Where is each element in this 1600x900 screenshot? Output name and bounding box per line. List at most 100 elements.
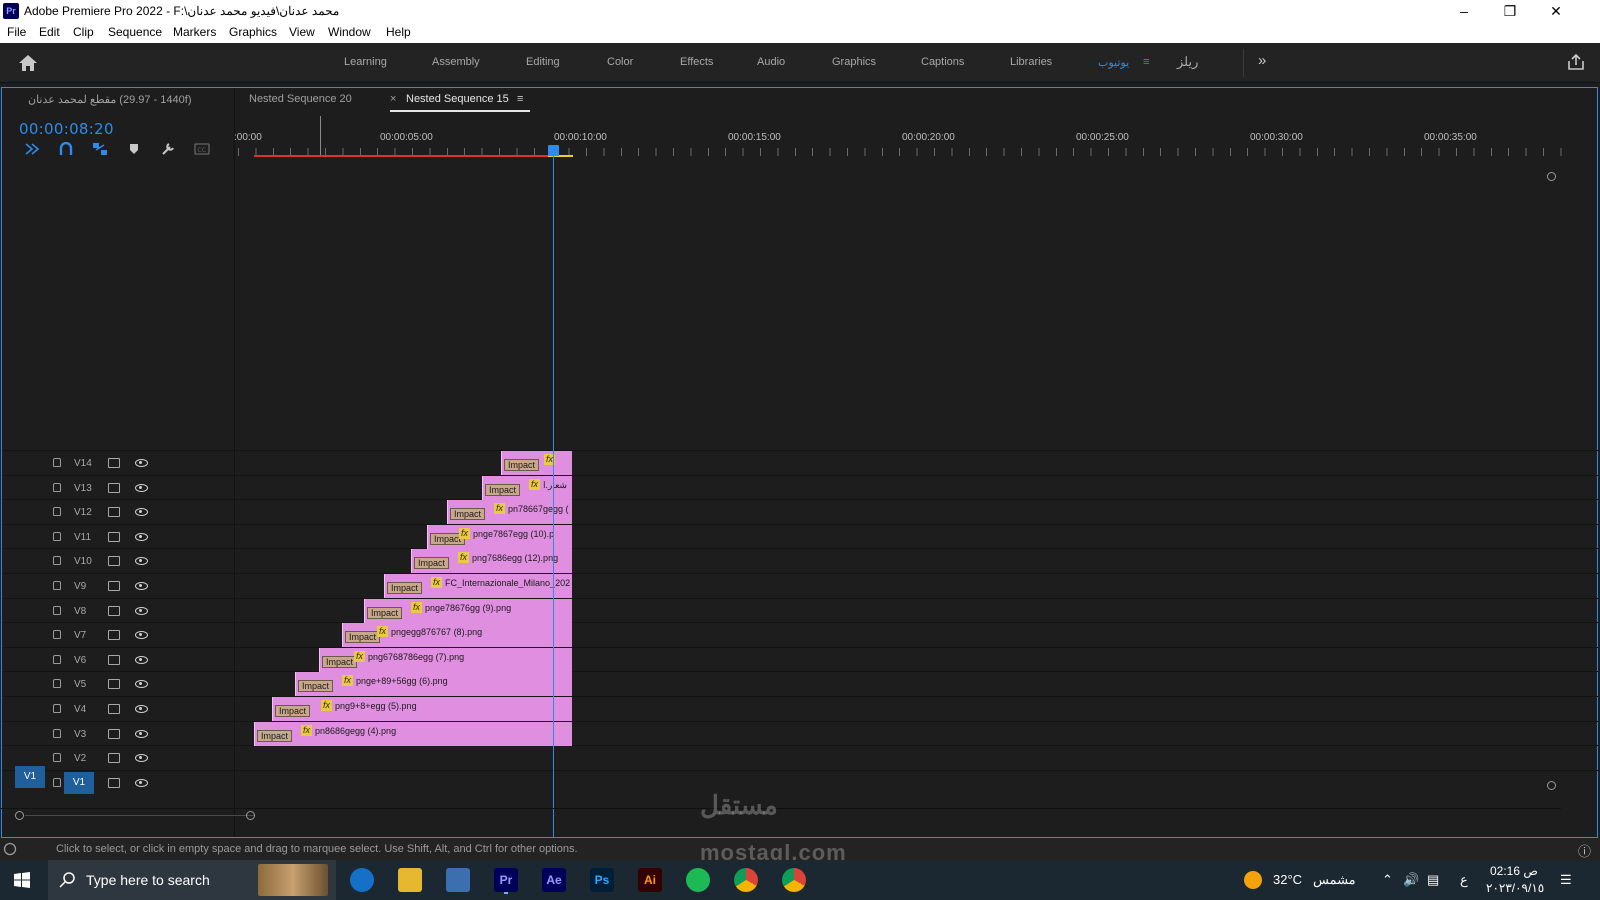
spotify-icon[interactable] [686, 868, 710, 892]
track-lock-icon[interactable] [53, 704, 61, 713]
track-sync-icon[interactable] [108, 753, 120, 764]
windows-start-icon[interactable] [14, 872, 30, 888]
menu-edit[interactable]: Edit [39, 25, 60, 39]
close-button[interactable]: ✕ [1533, 0, 1579, 23]
track-name[interactable]: V1 [64, 771, 94, 794]
track-sync-icon[interactable] [108, 482, 120, 493]
track-visibility-icon[interactable] [135, 557, 148, 566]
horizontal-scrollbar[interactable] [1, 808, 1561, 820]
track-visibility-icon[interactable] [135, 655, 148, 664]
photoshop-icon[interactable]: Ps [590, 868, 614, 892]
track-name[interactable]: V12 [74, 507, 92, 518]
fx-badge-icon[interactable]: fx [411, 601, 423, 613]
track-row-v4[interactable]: V4 [2, 696, 1599, 721]
fx-badge-icon[interactable]: fx [354, 650, 366, 662]
fx-badge-icon[interactable]: fx [321, 700, 333, 711]
track-visibility-icon[interactable] [135, 631, 148, 640]
zoom-handle-right[interactable] [246, 811, 255, 820]
track-sync-icon[interactable] [108, 458, 120, 468]
track-sync-icon[interactable] [108, 777, 120, 788]
track-visibility-icon[interactable] [135, 459, 148, 467]
minimize-button[interactable]: – [1441, 0, 1487, 23]
fx-badge-icon[interactable]: fx [458, 552, 470, 564]
track-row-v3[interactable]: V3 [2, 720, 1599, 746]
workspace-menu-icon[interactable]: ≡ [1143, 56, 1149, 68]
track-name[interactable]: V6 [74, 655, 86, 666]
file-explorer-icon[interactable] [398, 868, 422, 892]
add-marker-icon[interactable] [126, 142, 142, 156]
menu-clip[interactable]: Clip [73, 25, 94, 39]
track-row-v10[interactable]: V10 [2, 548, 1599, 573]
video-clip[interactable]: Impact fx pnge78676gg (9).png [364, 598, 572, 623]
workspace-assembly[interactable]: Assembly [432, 56, 480, 68]
workspace-graphics[interactable]: Graphics [832, 56, 876, 68]
video-clip[interactable]: Impact fx FC_Internazionale_Milano_202 [384, 574, 572, 598]
track-lock-icon[interactable] [53, 531, 61, 541]
fx-badge-icon[interactable]: fx [431, 577, 443, 588]
track-lock-icon[interactable] [53, 654, 61, 664]
fx-badge-icon[interactable]: fx [377, 626, 389, 638]
track-visibility-icon[interactable] [135, 754, 148, 763]
track-lock-icon[interactable] [53, 507, 61, 517]
track-sync-icon[interactable] [108, 531, 120, 542]
wrench-icon[interactable] [160, 142, 176, 156]
fx-badge-icon[interactable]: fx [342, 675, 354, 687]
after-effects-icon[interactable]: Ae [542, 868, 566, 892]
workspace-effects[interactable]: Effects [680, 56, 713, 68]
captions-icon[interactable]: CC [194, 142, 210, 156]
track-visibility-icon[interactable] [135, 508, 148, 517]
track-sync-icon[interactable] [108, 728, 120, 739]
tray-overflow-icon[interactable]: ⌃ [1382, 872, 1393, 888]
video-clip[interactable]: Impact fx png7686egg (12).png [411, 549, 572, 574]
store-icon[interactable] [446, 868, 470, 892]
input-language[interactable]: ع [1460, 872, 1468, 888]
track-sync-icon[interactable] [108, 507, 120, 518]
clock-time[interactable]: 02:16 ص [1490, 864, 1538, 878]
video-clip[interactable]: Impact fx pn8686gegg (4).png [254, 721, 572, 746]
track-visibility-icon[interactable] [135, 705, 148, 713]
track-lock-icon[interactable] [53, 728, 61, 738]
track-name[interactable]: V4 [74, 704, 86, 715]
video-clip[interactable]: Impact fx شعار.ا [482, 475, 572, 500]
track-name[interactable]: V13 [74, 483, 92, 494]
track-lock-icon[interactable] [53, 753, 61, 763]
track-name[interactable]: V8 [74, 606, 86, 617]
track-lock-icon[interactable] [53, 458, 61, 467]
track-sync-icon[interactable] [108, 630, 120, 641]
track-lock-icon[interactable] [53, 556, 61, 566]
track-row-v14[interactable]: V14 [2, 450, 1599, 475]
menu-graphics[interactable]: Graphics [229, 25, 277, 39]
track-row-v1[interactable]: V1 [2, 769, 1599, 795]
vertical-scroll-handle[interactable] [1547, 172, 1556, 181]
info-icon[interactable]: ⓘ [1578, 841, 1591, 860]
workspace-learning[interactable]: Learning [344, 56, 387, 68]
video-clip[interactable]: Impact fx png6768786egg (7).png [319, 647, 572, 672]
restore-button[interactable]: ❐ [1487, 0, 1533, 23]
snap-icon[interactable] [58, 142, 74, 156]
workspace-youtube[interactable]: يوتيوب [1098, 56, 1129, 69]
menu-markers[interactable]: Markers [173, 25, 216, 39]
video-clip[interactable]: Impact fx pngegg876767 (8).png [342, 623, 572, 648]
track-lock-icon[interactable] [53, 777, 61, 787]
track-lock-icon[interactable] [53, 630, 61, 640]
fx-badge-icon[interactable]: fx [529, 478, 541, 490]
chrome-profile-icon[interactable] [782, 868, 806, 892]
clock-date[interactable]: ٢٠٢٣/٠٩/١٥ [1486, 881, 1544, 895]
track-name[interactable]: V10 [74, 556, 92, 567]
track-row-v11[interactable]: V11 [2, 523, 1599, 549]
track-name[interactable]: V2 [74, 753, 86, 764]
track-name[interactable]: V5 [74, 679, 86, 690]
track-sync-icon[interactable] [108, 556, 120, 567]
premiere-taskbar-icon[interactable]: Pr [494, 868, 518, 892]
track-sync-icon[interactable] [108, 704, 120, 714]
menu-sequence[interactable]: Sequence [108, 25, 162, 39]
network-icon[interactable]: ▤ [1427, 872, 1439, 888]
track-sync-icon[interactable] [108, 654, 120, 665]
weather-sun-icon[interactable] [1244, 871, 1262, 889]
menu-view[interactable]: View [289, 25, 315, 39]
track-row-v9[interactable]: V9 [2, 573, 1599, 598]
menu-file[interactable]: File [7, 25, 26, 39]
menu-help[interactable]: Help [386, 25, 411, 39]
track-visibility-icon[interactable] [135, 606, 148, 615]
playhead-timecode[interactable]: 00:00:08:20 [19, 120, 114, 138]
